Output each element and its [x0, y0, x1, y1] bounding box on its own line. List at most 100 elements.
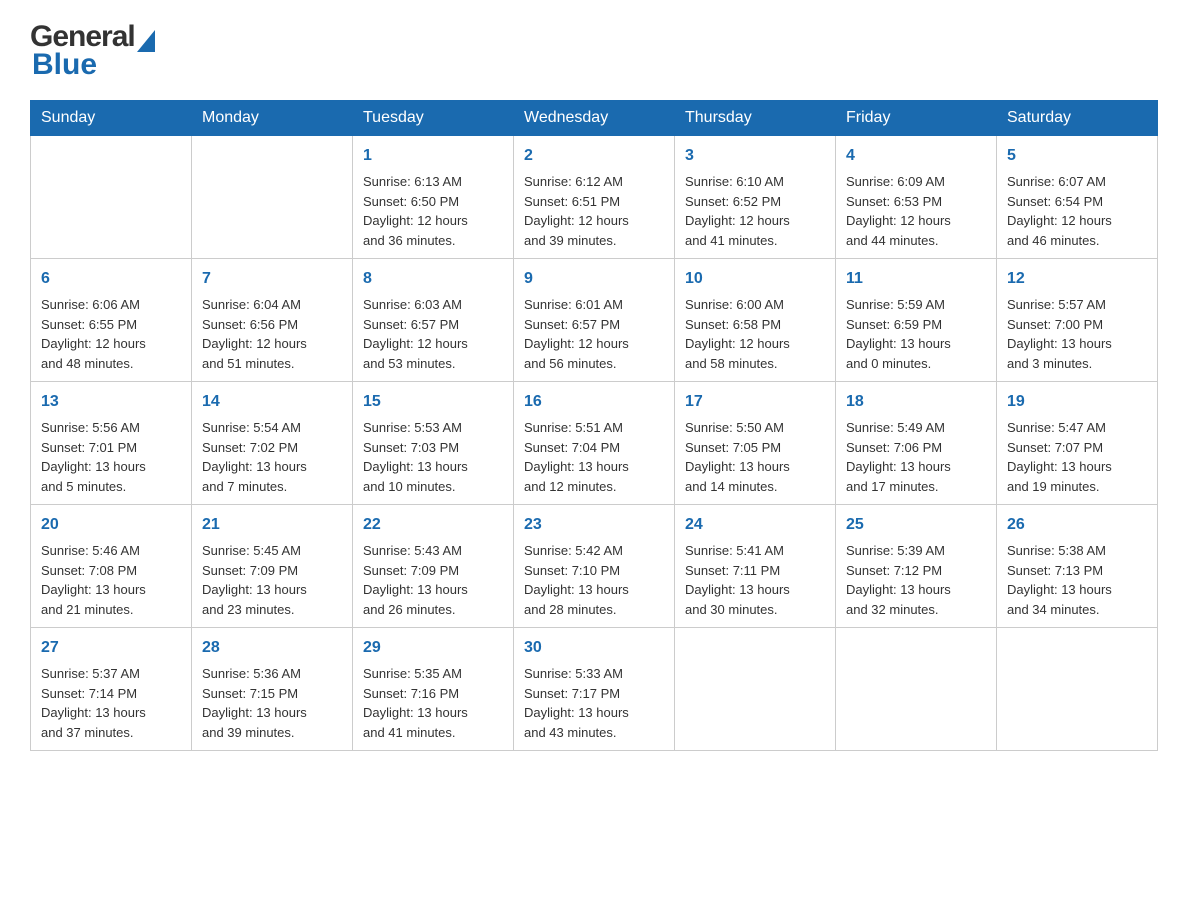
day-number: 14 — [202, 390, 342, 414]
day-number: 6 — [41, 267, 181, 291]
calendar-cell — [675, 628, 836, 751]
day-number: 21 — [202, 513, 342, 537]
day-number: 1 — [363, 144, 503, 168]
calendar-cell: 7 Sunrise: 6:04 AM Sunset: 6:56 PM Daylig… — [192, 259, 353, 382]
calendar-cell: 24 Sunrise: 5:41 AM Sunset: 7:11 PM Dayli… — [675, 505, 836, 628]
day-number: 25 — [846, 513, 986, 537]
day-info: Sunrise: 5:49 AM Sunset: 7:06 PM Dayligh… — [846, 418, 986, 496]
calendar-cell: 30Sunrise: 5:33 AM Sunset: 7:17 PM Dayli… — [514, 628, 675, 751]
day-info: Sunrise: 5:47 AM Sunset: 7:07 PM Dayligh… — [1007, 418, 1147, 496]
day-number: 8 — [363, 267, 503, 291]
calendar-header: SundayMondayTuesdayWednesdayThursdayFrid… — [31, 101, 1158, 136]
calendar-cell: 23 Sunrise: 5:42 AM Sunset: 7:10 PM Dayli… — [514, 505, 675, 628]
day-info: Sunrise: 6:09 AM Sunset: 6:53 PM Dayligh… — [846, 172, 986, 250]
day-number: 16 — [524, 390, 664, 414]
day-number: 17 — [685, 390, 825, 414]
calendar-week-row: 6 Sunrise: 6:06 AM Sunset: 6:55 PM Daylig… — [31, 259, 1158, 382]
weekday-header-saturday: Saturday — [997, 101, 1158, 136]
calendar-cell: 5 Sunrise: 6:07 AM Sunset: 6:54 PM Daylig… — [997, 136, 1158, 259]
day-info: Sunrise: 6:12 AM Sunset: 6:51 PM Dayligh… — [524, 172, 664, 250]
day-number: 27 — [41, 636, 181, 660]
day-info: Sunrise: 5:39 AM Sunset: 7:12 PM Dayligh… — [846, 541, 986, 619]
day-number: 13 — [41, 390, 181, 414]
day-info: Sunrise: 6:07 AM Sunset: 6:54 PM Dayligh… — [1007, 172, 1147, 250]
calendar-cell: 21 Sunrise: 5:45 AM Sunset: 7:09 PM Dayli… — [192, 505, 353, 628]
calendar-cell: 22 Sunrise: 5:43 AM Sunset: 7:09 PM Dayli… — [353, 505, 514, 628]
logo: General Blue — [30, 20, 155, 82]
calendar-cell: 18 Sunrise: 5:49 AM Sunset: 7:06 PM Dayli… — [836, 382, 997, 505]
day-number: 19 — [1007, 390, 1147, 414]
day-info: Sunrise: 5:51 AM Sunset: 7:04 PM Dayligh… — [524, 418, 664, 496]
weekday-header-row: SundayMondayTuesdayWednesdayThursdayFrid… — [31, 101, 1158, 136]
day-info: Sunrise: 5:57 AM Sunset: 7:00 PM Dayligh… — [1007, 295, 1147, 373]
day-number: 18 — [846, 390, 986, 414]
weekday-header-sunday: Sunday — [31, 101, 192, 136]
day-number: 11 — [846, 267, 986, 291]
calendar-week-row: 13Sunrise: 5:56 AM Sunset: 7:01 PM Dayli… — [31, 382, 1158, 505]
calendar-cell — [31, 136, 192, 259]
calendar-cell: 11 Sunrise: 5:59 AM Sunset: 6:59 PM Dayli… — [836, 259, 997, 382]
day-number: 2 — [524, 144, 664, 168]
calendar-cell: 12 Sunrise: 5:57 AM Sunset: 7:00 PM Dayli… — [997, 259, 1158, 382]
calendar-cell: 27Sunrise: 5:37 AM Sunset: 7:14 PM Dayli… — [31, 628, 192, 751]
calendar-cell — [192, 136, 353, 259]
day-info: Sunrise: 6:10 AM Sunset: 6:52 PM Dayligh… — [685, 172, 825, 250]
calendar-cell: 10Sunrise: 6:00 AM Sunset: 6:58 PM Dayli… — [675, 259, 836, 382]
day-info: Sunrise: 5:59 AM Sunset: 6:59 PM Dayligh… — [846, 295, 986, 373]
calendar-cell: 1 Sunrise: 6:13 AM Sunset: 6:50 PM Daylig… — [353, 136, 514, 259]
day-info: Sunrise: 5:38 AM Sunset: 7:13 PM Dayligh… — [1007, 541, 1147, 619]
page-header: General Blue — [30, 20, 1158, 82]
calendar-cell: 4 Sunrise: 6:09 AM Sunset: 6:53 PM Daylig… — [836, 136, 997, 259]
day-number: 3 — [685, 144, 825, 168]
day-number: 5 — [1007, 144, 1147, 168]
day-number: 30 — [524, 636, 664, 660]
day-info: Sunrise: 5:46 AM Sunset: 7:08 PM Dayligh… — [41, 541, 181, 619]
calendar-cell: 2 Sunrise: 6:12 AM Sunset: 6:51 PM Daylig… — [514, 136, 675, 259]
calendar-cell — [997, 628, 1158, 751]
day-info: Sunrise: 5:43 AM Sunset: 7:09 PM Dayligh… — [363, 541, 503, 619]
calendar-cell: 25 Sunrise: 5:39 AM Sunset: 7:12 PM Dayli… — [836, 505, 997, 628]
calendar-cell: 20Sunrise: 5:46 AM Sunset: 7:08 PM Dayli… — [31, 505, 192, 628]
day-number: 7 — [202, 267, 342, 291]
day-number: 9 — [524, 267, 664, 291]
day-number: 15 — [363, 390, 503, 414]
day-number: 10 — [685, 267, 825, 291]
calendar-cell: 15 Sunrise: 5:53 AM Sunset: 7:03 PM Dayli… — [353, 382, 514, 505]
calendar-cell: 28 Sunrise: 5:36 AM Sunset: 7:15 PM Dayli… — [192, 628, 353, 751]
day-number: 28 — [202, 636, 342, 660]
day-number: 24 — [685, 513, 825, 537]
weekday-header-friday: Friday — [836, 101, 997, 136]
day-info: Sunrise: 5:54 AM Sunset: 7:02 PM Dayligh… — [202, 418, 342, 496]
day-info: Sunrise: 5:42 AM Sunset: 7:10 PM Dayligh… — [524, 541, 664, 619]
day-info: Sunrise: 5:41 AM Sunset: 7:11 PM Dayligh… — [685, 541, 825, 619]
logo-blue-text: Blue — [30, 48, 155, 82]
calendar-cell: 14 Sunrise: 5:54 AM Sunset: 7:02 PM Dayli… — [192, 382, 353, 505]
calendar-body: 1 Sunrise: 6:13 AM Sunset: 6:50 PM Daylig… — [31, 136, 1158, 751]
day-number: 26 — [1007, 513, 1147, 537]
calendar-cell: 6 Sunrise: 6:06 AM Sunset: 6:55 PM Daylig… — [31, 259, 192, 382]
day-info: Sunrise: 5:36 AM Sunset: 7:15 PM Dayligh… — [202, 664, 342, 742]
calendar-cell: 16 Sunrise: 5:51 AM Sunset: 7:04 PM Dayli… — [514, 382, 675, 505]
calendar-cell: 29Sunrise: 5:35 AM Sunset: 7:16 PM Dayli… — [353, 628, 514, 751]
day-info: Sunrise: 5:53 AM Sunset: 7:03 PM Dayligh… — [363, 418, 503, 496]
weekday-header-wednesday: Wednesday — [514, 101, 675, 136]
day-number: 22 — [363, 513, 503, 537]
weekday-header-tuesday: Tuesday — [353, 101, 514, 136]
day-info: Sunrise: 5:35 AM Sunset: 7:16 PM Dayligh… — [363, 664, 503, 742]
day-number: 12 — [1007, 267, 1147, 291]
weekday-header-thursday: Thursday — [675, 101, 836, 136]
calendar-week-row: 1 Sunrise: 6:13 AM Sunset: 6:50 PM Daylig… — [31, 136, 1158, 259]
day-info: Sunrise: 6:13 AM Sunset: 6:50 PM Dayligh… — [363, 172, 503, 250]
day-info: Sunrise: 6:04 AM Sunset: 6:56 PM Dayligh… — [202, 295, 342, 373]
day-number: 4 — [846, 144, 986, 168]
weekday-header-monday: Monday — [192, 101, 353, 136]
day-info: Sunrise: 6:06 AM Sunset: 6:55 PM Dayligh… — [41, 295, 181, 373]
calendar-cell: 19 Sunrise: 5:47 AM Sunset: 7:07 PM Dayli… — [997, 382, 1158, 505]
day-info: Sunrise: 6:03 AM Sunset: 6:57 PM Dayligh… — [363, 295, 503, 373]
day-number: 23 — [524, 513, 664, 537]
calendar-cell: 13Sunrise: 5:56 AM Sunset: 7:01 PM Dayli… — [31, 382, 192, 505]
calendar-cell: 8 Sunrise: 6:03 AM Sunset: 6:57 PM Daylig… — [353, 259, 514, 382]
day-info: Sunrise: 5:50 AM Sunset: 7:05 PM Dayligh… — [685, 418, 825, 496]
calendar-week-row: 27Sunrise: 5:37 AM Sunset: 7:14 PM Dayli… — [31, 628, 1158, 751]
day-info: Sunrise: 5:45 AM Sunset: 7:09 PM Dayligh… — [202, 541, 342, 619]
